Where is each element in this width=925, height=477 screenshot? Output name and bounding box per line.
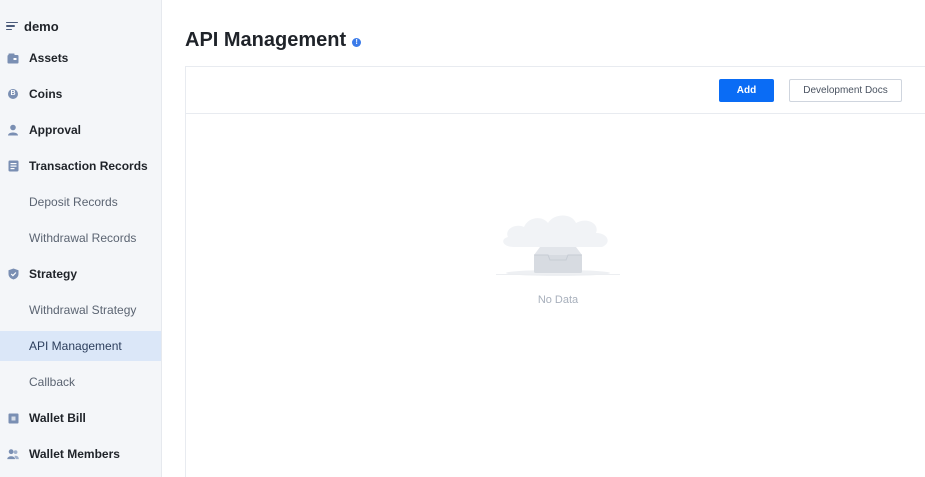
menu-icon[interactable] bbox=[6, 20, 18, 33]
no-data-text: No Data bbox=[537, 294, 579, 306]
add-button[interactable]: Add bbox=[719, 79, 774, 102]
sidebar-brand[interactable]: demo bbox=[6, 18, 59, 34]
sidebar-item-strategy[interactable]: Strategy bbox=[0, 259, 161, 289]
sidebar-item-wallet-bill[interactable]: Wallet Bill bbox=[0, 403, 161, 433]
sidebar-item-label: Withdrawal Strategy bbox=[29, 303, 137, 317]
sidebar-item-label: Withdrawal Records bbox=[29, 231, 137, 245]
sidebar-item-deposit-records[interactable]: Deposit Records bbox=[0, 187, 161, 217]
sidebar-item-assets[interactable]: Assets bbox=[0, 43, 161, 73]
user-icon bbox=[7, 124, 19, 136]
sidebar-item-label: Wallet Members bbox=[29, 447, 120, 461]
empty-inbox-icon bbox=[496, 215, 620, 276]
wallet-icon bbox=[7, 52, 19, 64]
panel-toolbar: Add Development Docs bbox=[186, 67, 925, 114]
bill-icon bbox=[7, 412, 19, 424]
sidebar-item-label: Assets bbox=[29, 51, 69, 65]
sidebar-item-withdrawal-strategy[interactable]: Withdrawal Strategy bbox=[0, 295, 161, 325]
sidebar-item-callback[interactable]: Callback bbox=[0, 367, 161, 397]
sidebar-item-label: Approval bbox=[29, 123, 82, 137]
coin-icon: B bbox=[7, 88, 19, 100]
empty-state: No Data bbox=[496, 207, 620, 317]
members-icon bbox=[7, 448, 19, 460]
sidebar-item-label: Strategy bbox=[29, 267, 78, 281]
page-title: API Management bbox=[185, 28, 347, 51]
sidebar: demo Assets B Coins Approval Transaction… bbox=[0, 0, 162, 477]
api-panel: Add Development Docs No Data bbox=[185, 66, 925, 477]
sidebar-item-withdrawal-records[interactable]: Withdrawal Records bbox=[0, 223, 161, 253]
sidebar-item-label: Coins bbox=[29, 87, 63, 101]
brand-name: demo bbox=[24, 18, 59, 34]
sidebar-item-label: Wallet Bill bbox=[29, 411, 86, 425]
sidebar-item-label: Transaction Records bbox=[29, 159, 148, 173]
sidebar-item-wallet-members[interactable]: Wallet Members bbox=[0, 439, 161, 469]
sidebar-item-label: API Management bbox=[29, 339, 122, 353]
sidebar-item-approval[interactable]: Approval bbox=[0, 115, 161, 145]
document-icon bbox=[7, 160, 19, 172]
sidebar-item-api-management[interactable]: API Management bbox=[0, 331, 161, 361]
page-header: API Management ! bbox=[185, 28, 362, 52]
sidebar-item-transaction-records[interactable]: Transaction Records bbox=[0, 151, 161, 181]
development-docs-button[interactable]: Development Docs bbox=[789, 79, 902, 102]
sidebar-item-coins[interactable]: B Coins bbox=[0, 79, 161, 109]
sidebar-item-label: Callback bbox=[29, 375, 76, 389]
sidebar-item-label: Deposit Records bbox=[29, 195, 118, 209]
shield-icon bbox=[7, 268, 19, 280]
info-icon[interactable]: ! bbox=[352, 37, 362, 47]
